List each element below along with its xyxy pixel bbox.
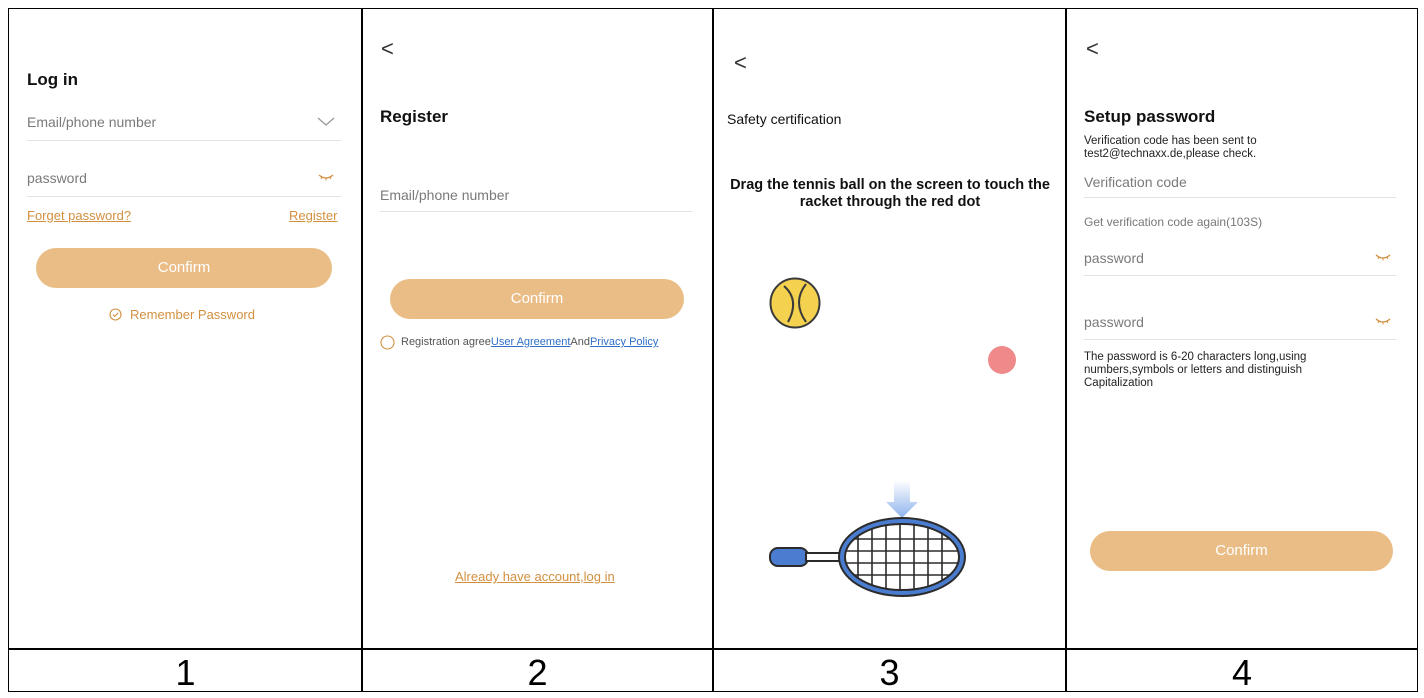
verification-code-input[interactable]: Verification code <box>1084 174 1187 190</box>
red-dot-target <box>988 346 1016 374</box>
eye-closed-icon[interactable] <box>318 173 334 181</box>
email-input[interactable]: Email/phone number <box>27 114 156 130</box>
page-title: Setup password <box>1084 107 1216 126</box>
agree-radio-icon[interactable] <box>380 335 395 350</box>
chevron-down-icon[interactable] <box>317 117 335 127</box>
agree-prefix: Registration agree <box>401 336 491 348</box>
email-input[interactable]: Email/phone number <box>380 187 509 203</box>
eye-closed-icon[interactable] <box>1375 253 1391 261</box>
confirm-password-input[interactable]: password <box>1084 314 1144 330</box>
panel-register: < Register Email/phone number Confirm Re… <box>363 10 711 646</box>
back-icon[interactable]: < <box>381 38 394 60</box>
panel-setup-password: < Setup password Verification code has b… <box>1067 10 1417 646</box>
login-link[interactable]: Already have account,log in <box>455 569 615 584</box>
label-divider <box>8 648 1418 650</box>
email-underline <box>380 211 692 212</box>
back-icon[interactable]: < <box>734 52 747 74</box>
panel-login: Log in Email/phone number password Forge… <box>10 10 360 646</box>
remember-password-label[interactable]: Remember Password <box>130 307 255 322</box>
eye-closed-icon[interactable] <box>1375 317 1391 325</box>
panel-label-2: 2 <box>527 652 548 693</box>
captcha-instruction: Drag the tennis ball on the screen to to… <box>730 177 1050 210</box>
code-underline <box>1084 197 1396 198</box>
password-underline <box>1084 275 1396 276</box>
password-underline <box>27 196 341 197</box>
panel-label-4: 4 <box>1231 652 1253 693</box>
password-hint: The password is 6-20 characters long,usi… <box>1084 351 1307 389</box>
email-underline <box>27 140 341 141</box>
tennis-ball-icon[interactable] <box>768 276 822 330</box>
password-input[interactable]: password <box>27 170 87 186</box>
page-title: Log in <box>27 70 78 89</box>
confirm-button[interactable]: Confirm <box>390 279 684 319</box>
panel-safety: < Safety certification Drag the tennis b… <box>714 10 1064 646</box>
panel-label-3: 3 <box>879 652 900 693</box>
resend-code-link[interactable]: Get verification code again(103S) <box>1084 215 1262 229</box>
page-title: Register <box>380 107 449 126</box>
tennis-racket-icon <box>769 480 966 597</box>
password-input[interactable]: password <box>1084 250 1144 266</box>
and-text: And <box>570 336 590 348</box>
agreement-line: Registration agreeUser AgreementAndPriva… <box>401 336 658 348</box>
register-link[interactable]: Register <box>289 208 337 223</box>
confirm-button[interactable]: Confirm <box>1090 531 1393 571</box>
page-title: Safety certification <box>727 111 842 127</box>
privacy-policy-link[interactable]: Privacy Policy <box>590 336 658 348</box>
panel-label-1: 1 <box>175 652 196 693</box>
back-icon[interactable]: < <box>1086 38 1099 60</box>
forget-password-link[interactable]: Forget password? <box>27 208 131 223</box>
code-sent-info: Verification code has been sent to test2… <box>1084 135 1257 160</box>
user-agreement-link[interactable]: User Agreement <box>491 336 570 348</box>
check-circle-icon[interactable] <box>109 308 122 321</box>
confirm-password-underline <box>1084 339 1396 340</box>
confirm-button[interactable]: Confirm <box>36 248 332 288</box>
